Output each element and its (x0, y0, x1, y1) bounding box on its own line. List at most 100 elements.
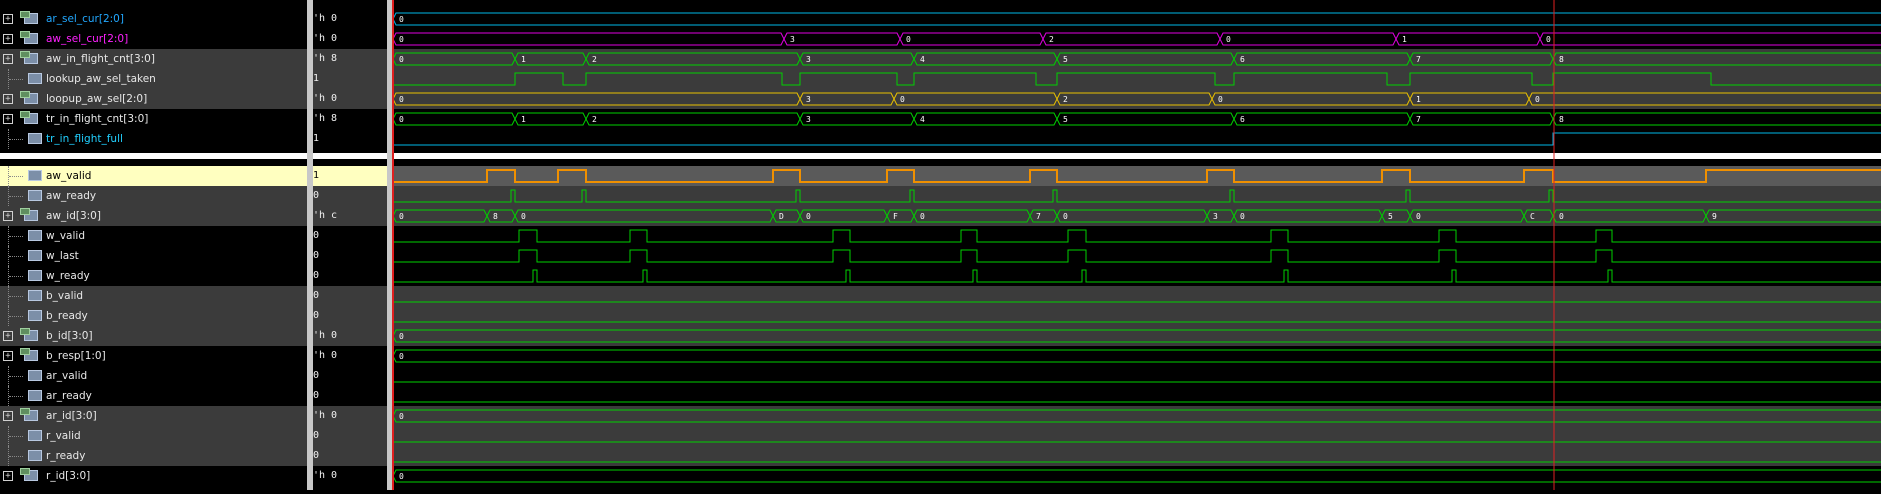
expand-toggle-icon[interactable]: + (3, 54, 13, 64)
bus-segment (1042, 32, 1221, 46)
signal-row-s7[interactable]: aw_valid (0, 166, 307, 186)
waveform-s22[interactable]: 0 (392, 469, 1881, 483)
signal-row-s13[interactable]: b_valid (0, 286, 307, 306)
expand-toggle-icon[interactable]: + (3, 34, 13, 44)
waveform-s5[interactable]: 0 1 2 3 4 5 6 7 8 (392, 112, 1881, 126)
signal-row-s5[interactable]: + tr_in_flight_cnt[3:0] (0, 109, 307, 129)
signal-name: r_ready (46, 450, 86, 462)
tree-connector (8, 69, 27, 89)
value-row-s0[interactable]: 'h 0 (313, 9, 387, 29)
expand-toggle-icon[interactable]: + (3, 331, 13, 341)
signal-value: 0 (313, 190, 320, 201)
signal-row-s10[interactable]: w_valid (0, 226, 307, 246)
value-row-s15[interactable]: 'h 0 (313, 326, 387, 346)
signal-value: 0 (313, 250, 320, 261)
signal-row-s8[interactable]: aw_ready (0, 186, 307, 206)
waveform-s12[interactable] (393, 269, 1881, 283)
bus-signal-icon (20, 31, 38, 44)
signal-value: 'h 8 (313, 53, 338, 64)
value-row-s1[interactable]: 'h 0 (313, 29, 387, 49)
signal-row-s2[interactable]: + aw_in_flight_cnt[3:0] (0, 49, 307, 69)
value-row-s2[interactable]: 'h 8 (313, 49, 387, 69)
bus-value-label: 2 (592, 55, 597, 64)
bus-value-label: 0 (920, 212, 925, 221)
signal-icon (28, 390, 42, 401)
wave-row-bg (392, 186, 1881, 206)
waveform-canvas[interactable]: 0 0 3 0 2 0 1 0 0 1 2 3 4 5 6 7 8 0 3 0 2 0 1 0 0 1 2 3 4 5 6 7 8 0 8 0 D 0 F 0… (392, 0, 1881, 490)
waveform-s16[interactable]: 0 (392, 349, 1881, 363)
value-row-s7[interactable]: 1 (313, 166, 387, 186)
waveform-s11[interactable] (393, 249, 1881, 263)
signal-icon (28, 310, 42, 321)
bus-signal-icon (20, 51, 38, 64)
waveform-pane[interactable]: 0 0 3 0 2 0 1 0 0 1 2 3 4 5 6 7 8 0 3 0 2 0 1 0 0 1 2 3 4 5 6 7 8 0 8 0 D 0 F 0… (392, 0, 1881, 490)
tree-connector (8, 446, 27, 466)
value-row-s12[interactable]: 0 (313, 266, 387, 286)
signal-row-s0[interactable]: + ar_sel_cur[2:0] (0, 9, 307, 29)
value-row-s21[interactable]: 0 (313, 446, 387, 466)
signal-icon (28, 370, 42, 381)
group-separator (0, 153, 307, 159)
value-row-s9[interactable]: 'h c (313, 206, 387, 226)
signal-row-s1[interactable]: + aw_sel_cur[2:0] (0, 29, 307, 49)
value-row-s16[interactable]: 'h 0 (313, 346, 387, 366)
signal-row-s12[interactable]: w_ready (0, 266, 307, 286)
signal-row-s18[interactable]: ar_ready (0, 386, 307, 406)
signal-value-pane[interactable]: 'h 0 'h 0 'h 8 1 'h 0 'h 8 1 1 0 'h c 0 0 0 0 0 'h 0 'h … (313, 0, 387, 490)
value-row-s19[interactable]: 'h 0 (313, 406, 387, 426)
signal-icon (28, 290, 42, 301)
value-row-s11[interactable]: 0 (313, 246, 387, 266)
waveform-s10[interactable] (393, 229, 1881, 243)
expand-toggle-icon[interactable]: + (3, 351, 13, 361)
bus-value-label: 6 (1240, 115, 1245, 124)
signal-row-s3[interactable]: lookup_aw_sel_taken (0, 69, 307, 89)
waveform-s1[interactable]: 0 3 0 2 0 1 0 (392, 32, 1881, 46)
value-row-s17[interactable]: 0 (313, 366, 387, 386)
signal-name-pane[interactable]: + ar_sel_cur[2:0] + aw_sel_cur[2:0] + aw_in_f… (0, 0, 307, 490)
tree-connector (8, 426, 27, 446)
bus-segment (392, 112, 516, 126)
value-row-s20[interactable]: 0 (313, 426, 387, 446)
signal-row-s14[interactable]: b_ready (0, 306, 307, 326)
signal-row-s17[interactable]: ar_valid (0, 366, 307, 386)
value-row-s22[interactable]: 'h 0 (313, 466, 387, 486)
bus-value-label: 7 (1416, 115, 1421, 124)
signal-value: 'h 0 (313, 330, 338, 341)
signal-icon (28, 270, 42, 281)
value-row-s4[interactable]: 'h 0 (313, 89, 387, 109)
value-row-s8[interactable]: 0 (313, 186, 387, 206)
signal-row-s6[interactable]: tr_in_flight_full (0, 129, 307, 149)
value-row-s14[interactable]: 0 (313, 306, 387, 326)
expand-toggle-icon[interactable]: + (3, 114, 13, 124)
waveform-s0[interactable]: 0 (392, 12, 1881, 26)
signal-row-s20[interactable]: r_valid (0, 426, 307, 446)
wave-row-bg (392, 426, 1881, 446)
signal-row-s16[interactable]: + b_resp[1:0] (0, 346, 307, 366)
signal-row-s15[interactable]: + b_id[3:0] (0, 326, 307, 346)
value-row-s10[interactable]: 0 (313, 226, 387, 246)
bus-value-label: 1 (1416, 95, 1421, 104)
signal-row-s19[interactable]: + ar_id[3:0] (0, 406, 307, 426)
signal-value: 0 (313, 390, 320, 401)
value-row-s13[interactable]: 0 (313, 286, 387, 306)
signal-row-s4[interactable]: + loopup_aw_sel[2:0] (0, 89, 307, 109)
value-row-s6[interactable]: 1 (313, 129, 387, 149)
expand-toggle-icon[interactable]: + (3, 471, 13, 481)
signal-row-s21[interactable]: r_ready (0, 446, 307, 466)
bus-value-label: 0 (521, 212, 526, 221)
expand-toggle-icon[interactable]: + (3, 411, 13, 421)
expand-toggle-icon[interactable]: + (3, 94, 13, 104)
signal-name: w_ready (46, 270, 90, 282)
signal-value: 0 (313, 370, 320, 381)
waveform-s6[interactable] (393, 132, 1881, 146)
value-row-s18[interactable]: 0 (313, 386, 387, 406)
signal-row-s11[interactable]: w_last (0, 246, 307, 266)
signal-row-s9[interactable]: + aw_id[3:0] (0, 206, 307, 226)
value-row-s5[interactable]: 'h 8 (313, 109, 387, 129)
expand-toggle-icon[interactable]: + (3, 211, 13, 221)
expand-toggle-icon[interactable]: + (3, 14, 13, 24)
bus-value-label: 5 (1388, 212, 1393, 221)
value-row-s3[interactable]: 1 (313, 69, 387, 89)
signal-row-s22[interactable]: + r_id[3:0] (0, 466, 307, 486)
bus-segment (1233, 112, 1411, 126)
